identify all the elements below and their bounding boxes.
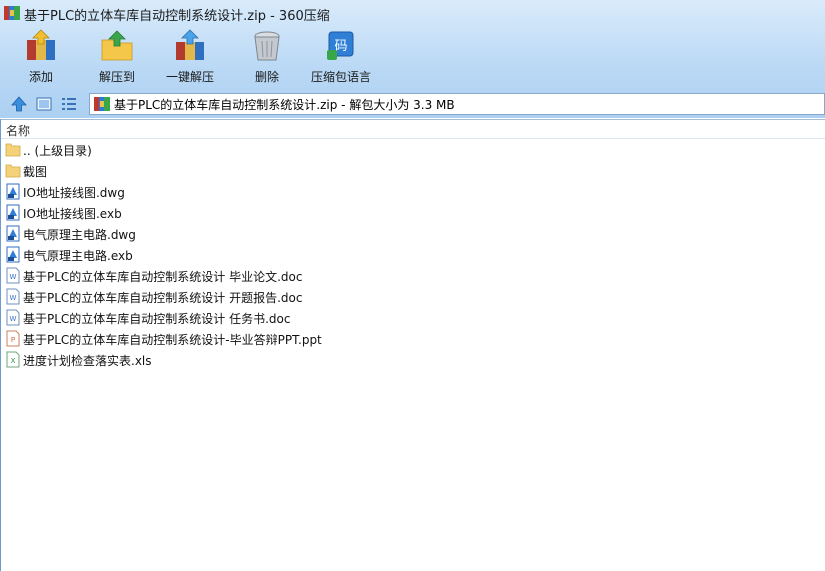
- word-file-icon: W: [5, 309, 21, 326]
- up-arrow-icon[interactable]: [10, 95, 28, 113]
- list-view-icon[interactable]: [60, 95, 78, 113]
- file-row[interactable]: 电气原理主电路.dwg: [0, 223, 825, 244]
- one-click-extract-label: 一键解压: [165, 70, 214, 84]
- file-list: .. (上级目录) 截图 IO地址接线图.dwg IO地址接线图.exb 电气原理主电路…: [0, 139, 825, 370]
- trash-can-icon: [254, 31, 280, 61]
- svg-text:W: W: [10, 273, 17, 281]
- file-row[interactable]: IO地址接线图.exb: [0, 202, 825, 223]
- one-click-extract-icon: [176, 29, 204, 60]
- file-name: 电气原理主电路.exb: [23, 249, 133, 263]
- top-chrome: 基于PLC的立体车库自动控制系统设计.zip - 360压缩 添加 解压到 一键…: [0, 0, 825, 118]
- svg-text:X: X: [11, 357, 16, 365]
- file-name: IO地址接线图.exb: [23, 207, 122, 221]
- file-name: 基于PLC的立体车库自动控制系统设计 毕业论文.doc: [23, 270, 303, 284]
- address-row: 基于PLC的立体车库自动控制系统设计.zip - 解包大小为 3.3 MB: [0, 92, 825, 118]
- extract-to-label: 解压到: [98, 70, 135, 84]
- name-column-label: 名称: [6, 124, 31, 138]
- delete-button[interactable]: 删除: [244, 28, 290, 88]
- file-row[interactable]: .. (上级目录): [0, 139, 825, 160]
- file-name: 电气原理主电路.dwg: [23, 228, 136, 242]
- word-file-icon: W: [5, 288, 21, 305]
- file-name: 基于PLC的立体车库自动控制系统设计 开题报告.doc: [23, 291, 303, 305]
- one-click-extract-button[interactable]: 一键解压: [160, 28, 220, 88]
- file-row[interactable]: W 基于PLC的立体车库自动控制系统设计 开题报告.doc: [0, 286, 825, 307]
- encoding-language-icon: 码: [327, 31, 354, 60]
- file-name: 基于PLC的立体车库自动控制系统设计-毕业答辩PPT.ppt: [23, 333, 322, 347]
- folder-icon: [5, 141, 21, 158]
- toolbar: 添加 解压到 一键解压 删除 码 压缩包语言: [0, 28, 825, 90]
- window-title: 基于PLC的立体车库自动控制系统设计.zip - 360压缩: [24, 9, 330, 24]
- file-name: .. (上级目录): [23, 144, 92, 158]
- archive-language-button[interactable]: 码 压缩包语言: [308, 28, 374, 88]
- svg-text:P: P: [11, 336, 15, 344]
- ppt-file-icon: P: [5, 330, 21, 347]
- archive-language-label: 压缩包语言: [310, 70, 371, 84]
- excel-file-icon: X: [5, 351, 21, 368]
- file-row[interactable]: 截图: [0, 160, 825, 181]
- add-button[interactable]: 添加: [18, 28, 64, 88]
- file-name: IO地址接线图.dwg: [23, 186, 125, 200]
- archive-icon: [4, 6, 20, 20]
- cad-file-icon: [5, 183, 21, 200]
- folder-icon: [5, 162, 21, 179]
- title-bar: 基于PLC的立体车库自动控制系统设计.zip - 360压缩: [0, 0, 825, 26]
- file-row[interactable]: 电气原理主电路.exb: [0, 244, 825, 265]
- svg-text:W: W: [10, 315, 17, 323]
- extract-folder-icon: [101, 30, 133, 61]
- delete-label: 删除: [254, 70, 279, 84]
- address-bar[interactable]: 基于PLC的立体车库自动控制系统设计.zip - 解包大小为 3.3 MB: [89, 93, 825, 115]
- name-column-header[interactable]: 名称: [0, 119, 825, 139]
- file-name: 截图: [23, 165, 48, 179]
- address-text: 基于PLC的立体车库自动控制系统设计.zip - 解包大小为 3.3 MB: [114, 98, 455, 112]
- archive-icon: [94, 97, 110, 111]
- cad-file-icon: [5, 225, 21, 242]
- cad-file-icon: [5, 246, 21, 263]
- extract-to-button[interactable]: 解压到: [94, 28, 140, 88]
- add-label: 添加: [28, 70, 53, 84]
- cad-file-icon: [5, 204, 21, 221]
- file-row[interactable]: P 基于PLC的立体车库自动控制系统设计-毕业答辩PPT.ppt: [0, 328, 825, 349]
- file-row[interactable]: W 基于PLC的立体车库自动控制系统设计 毕业论文.doc: [0, 265, 825, 286]
- word-file-icon: W: [5, 267, 21, 284]
- file-name: 基于PLC的立体车库自动控制系统设计 任务书.doc: [23, 312, 291, 326]
- svg-text:W: W: [10, 294, 17, 302]
- file-row[interactable]: IO地址接线图.dwg: [0, 181, 825, 202]
- add-archive-icon: [27, 29, 55, 60]
- file-name: 进度计划检查落实表.xls: [23, 354, 152, 368]
- file-row[interactable]: X 进度计划检查落实表.xls: [0, 349, 825, 370]
- thumbnail-view-icon[interactable]: [35, 95, 53, 113]
- file-row[interactable]: W 基于PLC的立体车库自动控制系统设计 任务书.doc: [0, 307, 825, 328]
